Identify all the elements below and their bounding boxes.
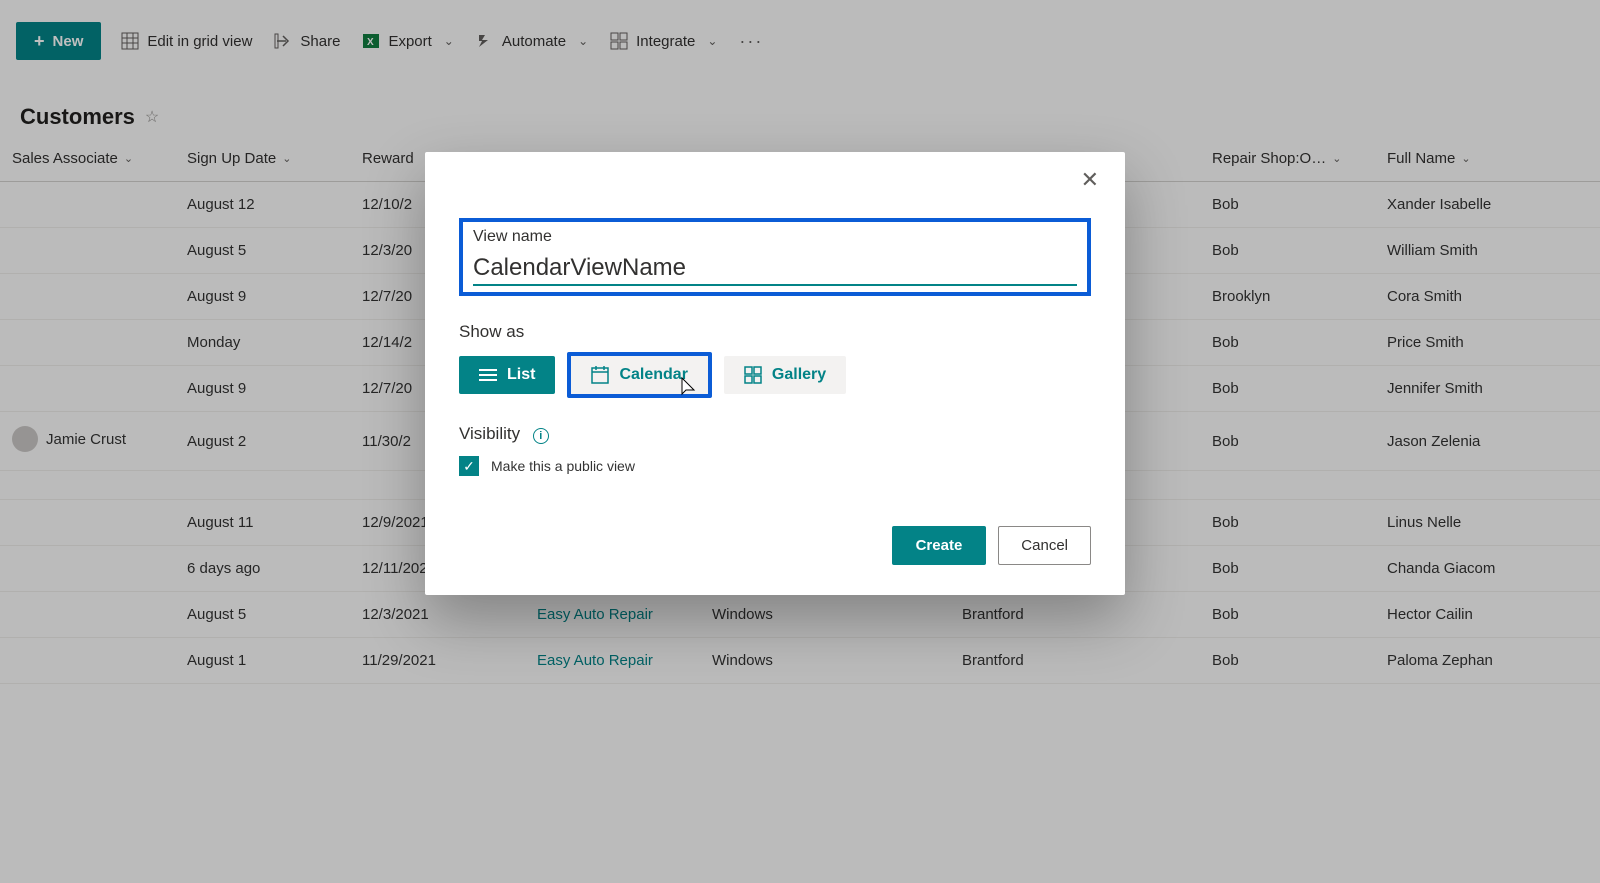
public-view-label: Make this a public view [491, 458, 635, 474]
show-as-gallery-label: Gallery [772, 366, 826, 384]
checkbox-checked-icon[interactable]: ✓ [459, 456, 479, 476]
list-icon [479, 368, 497, 382]
create-button[interactable]: Create [892, 526, 987, 565]
show-as-gallery[interactable]: Gallery [724, 356, 846, 394]
view-name-highlight: View name [459, 218, 1091, 296]
gallery-icon [744, 366, 762, 384]
visibility-label: Visibility [459, 424, 520, 443]
show-as-calendar[interactable]: Calendar [567, 352, 711, 398]
cursor-icon [678, 376, 698, 400]
calendar-icon [591, 366, 609, 384]
show-as-label: Show as [459, 322, 1091, 342]
show-as-options: List Calendar Gallery [459, 352, 1091, 398]
show-as-list-label: List [507, 366, 535, 384]
view-name-label: View name [473, 228, 1077, 246]
close-button[interactable]: ✕ [1075, 168, 1105, 192]
info-icon[interactable]: i [533, 428, 549, 444]
public-view-row[interactable]: ✓ Make this a public view [459, 456, 1091, 476]
view-name-input[interactable] [473, 252, 1077, 286]
cancel-button[interactable]: Cancel [998, 526, 1091, 565]
dialog-actions: Create Cancel [459, 526, 1091, 565]
create-view-dialog: ✕ View name Show as List Calendar [425, 152, 1125, 595]
visibility-label-row: Visibility i [459, 424, 1091, 444]
show-as-list[interactable]: List [459, 356, 555, 394]
close-icon: ✕ [1081, 167, 1099, 192]
